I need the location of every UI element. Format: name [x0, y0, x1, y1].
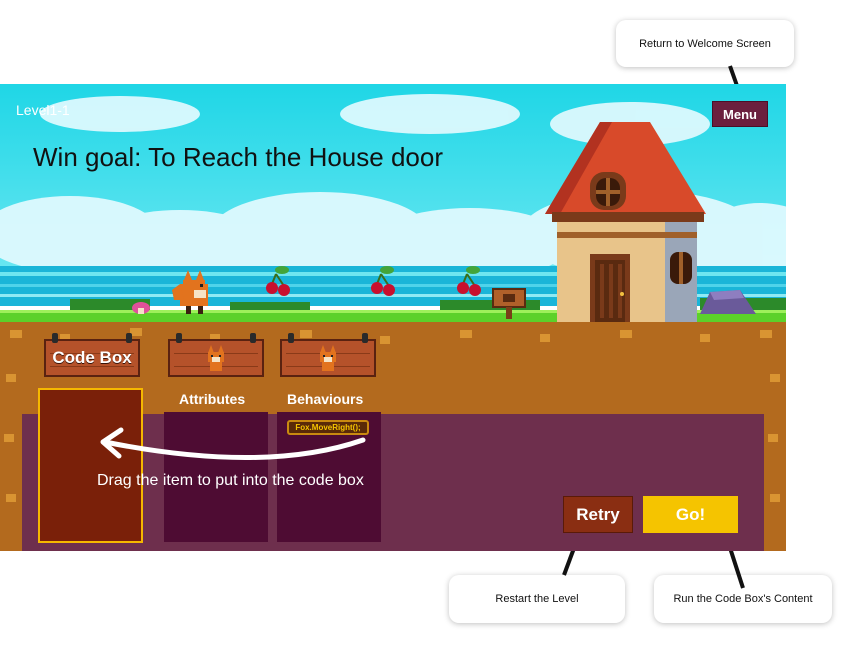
menu-callout-text: Return to Welcome Screen: [639, 37, 771, 50]
mushroom-icon: [132, 302, 150, 314]
retry-callout-text: Restart the Level: [495, 593, 579, 605]
drag-arrow-icon: [100, 427, 366, 461]
retry-callout: Restart the Level: [449, 575, 625, 623]
attributes-header: [168, 333, 264, 377]
behaviours-label: Behaviours: [287, 391, 364, 407]
behaviours-header: [280, 333, 376, 377]
retry-button[interactable]: Retry: [563, 496, 633, 533]
level-indicator: Level1-1: [16, 102, 70, 118]
fox-avatar-icon: [208, 345, 224, 371]
fox-avatar-icon: [320, 345, 336, 371]
attributes-label: Attributes: [179, 391, 246, 407]
go-button[interactable]: Go!: [643, 496, 738, 533]
code-box-header: Code Box: [44, 333, 140, 377]
menu-button[interactable]: Menu: [712, 101, 768, 127]
drag-hint-text: Drag the item to put into the code box: [97, 472, 364, 489]
menu-callout: Return to Welcome Screen: [616, 20, 794, 67]
win-goal-text: Win goal: To Reach the House door: [33, 142, 443, 172]
code-box-title: Code Box: [52, 348, 132, 367]
go-callout-text: Run the Code Box's Content: [673, 593, 813, 605]
